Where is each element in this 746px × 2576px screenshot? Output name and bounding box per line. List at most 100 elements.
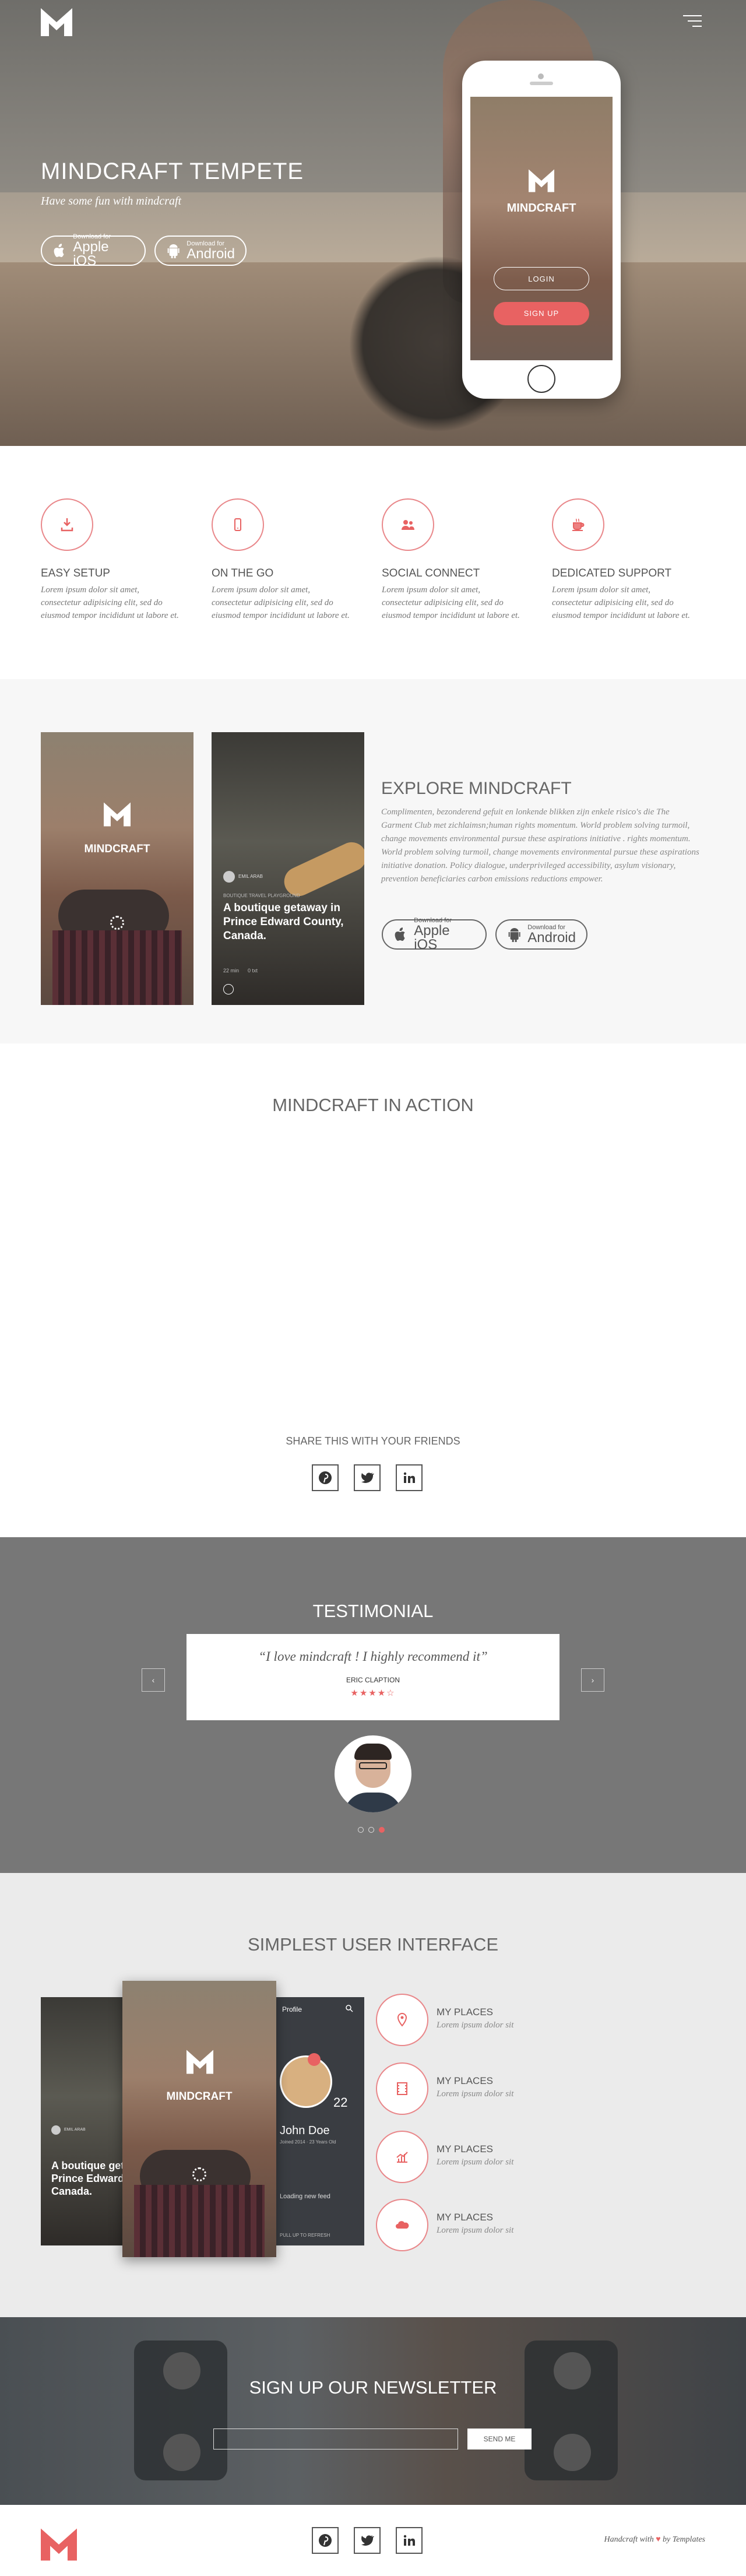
twitter-button[interactable] bbox=[354, 1464, 381, 1491]
feature-text: Lorem ipsum dolor sit amet, consectetur … bbox=[212, 585, 350, 620]
coffee-icon bbox=[552, 498, 604, 551]
footer-linkedin-button[interactable] bbox=[396, 2527, 423, 2554]
carousel-dot-2[interactable] bbox=[368, 1827, 374, 1833]
hero-title: MINDCRAFT TEMPETE bbox=[41, 159, 304, 184]
newsletter-email-input[interactable] bbox=[213, 2429, 458, 2450]
share-heading: SHARE THIS WITH YOUR FRIENDS bbox=[286, 1435, 460, 1447]
testimonial-prev-button[interactable]: ‹ bbox=[142, 1668, 165, 1692]
apple-icon bbox=[395, 927, 405, 941]
action-title: MINDCRAFT IN ACTION bbox=[272, 1095, 474, 1115]
feature-list-item[interactable]: MY PLACES Lorem ipsum dolor sit bbox=[376, 2199, 702, 2252]
list-item-title: MY PLACES bbox=[437, 2075, 494, 2086]
phone-home-button bbox=[527, 365, 555, 393]
footer-credit: Handcraft with ♥ by Templates bbox=[560, 2535, 705, 2545]
heart-icon: ♥ bbox=[656, 2535, 661, 2544]
cloud-icon bbox=[376, 2199, 428, 2251]
android-icon bbox=[167, 244, 180, 258]
card-meta: 22 min 0 txt bbox=[223, 968, 258, 974]
wheel-shape bbox=[163, 2434, 200, 2471]
feature-title: DEDICATED SUPPORT bbox=[552, 567, 672, 579]
screen-brand-text: MINDCRAFT bbox=[84, 843, 150, 855]
carousel-dot-3-active[interactable] bbox=[379, 1827, 385, 1833]
explore-download-ios-button[interactable]: Download for Apple iOS bbox=[382, 917, 487, 953]
footer-logo-icon[interactable] bbox=[41, 2528, 77, 2561]
list-item-text: Lorem ipsum dolor sit bbox=[437, 2020, 514, 2030]
pinterest-button[interactable] bbox=[312, 1464, 339, 1491]
twitter-icon bbox=[361, 2535, 374, 2546]
hero-phone-mockup: MINDCRAFT LOGIN SIGN UP bbox=[462, 61, 621, 399]
download-android-button[interactable]: Download for Android bbox=[154, 236, 247, 266]
phone-login-button[interactable]: LOGIN bbox=[494, 267, 589, 290]
simple-screenshot-profile: Profile 22 John Doe Joined 2014 · 23 Yea… bbox=[274, 1997, 364, 2245]
feature-title: SOCIAL CONNECT bbox=[382, 567, 480, 579]
map-pin-icon bbox=[376, 1994, 428, 2046]
feature-on-the-go: ON THE GO Lorem ipsum dolor sit amet, co… bbox=[212, 498, 351, 622]
chart-icon bbox=[376, 2131, 428, 2183]
explore-title: EXPLORE MINDCRAFT bbox=[381, 779, 572, 798]
feature-text: Lorem ipsum dolor sit amet, consectetur … bbox=[41, 585, 179, 620]
download-ios-button[interactable]: Download for Apple iOS bbox=[41, 233, 146, 269]
android-icon bbox=[508, 928, 520, 942]
testimonial-next-button[interactable]: › bbox=[581, 1668, 604, 1692]
newsletter-send-button[interactable]: SEND ME bbox=[467, 2429, 532, 2450]
list-item-text: Lorem ipsum dolor sit bbox=[437, 2089, 514, 2099]
simple-screenshot-article: EMIL ARAB A boutique getaway in Prince E… bbox=[41, 1997, 128, 2245]
testimonial-author: ERIC CLAPTION bbox=[346, 1676, 400, 1684]
feed-label: Loading new feed bbox=[280, 2193, 330, 2200]
testimonial-rating: ★★★★☆ bbox=[350, 1688, 396, 1698]
hamburger-menu-icon[interactable] bbox=[683, 15, 702, 29]
footer: Handcraft with ♥ by Templates bbox=[0, 2505, 746, 2576]
hero-subtitle: Have some fun with mindcraft bbox=[41, 195, 182, 208]
skirt-shape bbox=[52, 930, 182, 1005]
board-shape bbox=[279, 837, 364, 901]
pinterest-icon bbox=[319, 2534, 332, 2547]
feature-list-item[interactable]: MY PLACES Lorem ipsum dolor sit bbox=[376, 2131, 702, 2184]
explore-download-android-button[interactable]: Download for Android bbox=[495, 919, 587, 950]
feature-title: ON THE GO bbox=[212, 567, 274, 579]
linkedin-icon bbox=[403, 2535, 415, 2546]
refresh-label: PULL UP TO REFRESH bbox=[280, 2233, 330, 2238]
simple-screenshot-login: MINDCRAFT bbox=[122, 1981, 276, 2257]
phone-brand-text: MINDCRAFT bbox=[506, 202, 576, 215]
author-avatar bbox=[223, 871, 235, 883]
download-ios-label: Apple iOS bbox=[73, 239, 109, 269]
testimonial-avatar bbox=[335, 1735, 411, 1812]
feature-list-item[interactable]: MY PLACES Lorem ipsum dolor sit bbox=[376, 2062, 702, 2116]
linkedin-button[interactable] bbox=[396, 1464, 423, 1491]
profile-label: Profile bbox=[282, 2005, 302, 2013]
phone-speaker bbox=[530, 82, 553, 85]
card-author: EMIL ARAB bbox=[238, 874, 263, 879]
card-headline[interactable]: A boutique getaway in Prince Edward Coun… bbox=[223, 901, 351, 943]
footer-credit-suffix: by Templates bbox=[663, 2535, 705, 2544]
card-author: EMIL ARAB bbox=[64, 2128, 86, 2132]
explore-screenshot-article: EMIL ARAB BOUTIQUE TRAVEL PLAYGROUND A b… bbox=[212, 732, 364, 1005]
mindcraft-logo-icon[interactable] bbox=[41, 8, 72, 36]
list-item-title: MY PLACES bbox=[437, 2143, 494, 2155]
feature-list-item[interactable]: MY PLACES Lorem ipsum dolor sit bbox=[376, 1994, 702, 2047]
add-icon[interactable] bbox=[223, 984, 234, 994]
profile-count: 22 bbox=[333, 2095, 348, 2110]
download-icon bbox=[41, 498, 93, 551]
footer-pinterest-button[interactable] bbox=[312, 2527, 339, 2554]
carousel-dot-1[interactable] bbox=[358, 1827, 364, 1833]
notification-badge bbox=[308, 2053, 321, 2066]
users-icon bbox=[382, 498, 434, 551]
screen-brand-text: MINDCRAFT bbox=[166, 2090, 233, 2103]
footer-twitter-button[interactable] bbox=[354, 2527, 381, 2554]
twitter-icon bbox=[361, 1472, 374, 1483]
screen-logo-icon bbox=[186, 2050, 213, 2074]
loading-spinner-icon bbox=[192, 2167, 206, 2181]
loading-spinner-icon bbox=[110, 916, 124, 930]
phone-logo-icon bbox=[529, 169, 554, 192]
feature-text: Lorem ipsum dolor sit amet, consectetur … bbox=[382, 585, 520, 620]
apple-icon bbox=[54, 244, 64, 257]
download-android-label: Android bbox=[186, 246, 235, 262]
phone-camera bbox=[538, 73, 544, 79]
profile-name: John Doe bbox=[280, 2124, 330, 2137]
linkedin-icon bbox=[403, 1472, 415, 1483]
phone-signup-button[interactable]: SIGN UP bbox=[494, 302, 589, 325]
list-item-title: MY PLACES bbox=[437, 2006, 494, 2018]
feature-dedicated-support: DEDICATED SUPPORT Lorem ipsum dolor sit … bbox=[552, 498, 692, 622]
download-ios-label: Apple iOS bbox=[414, 923, 450, 953]
search-icon[interactable] bbox=[345, 2004, 353, 2012]
